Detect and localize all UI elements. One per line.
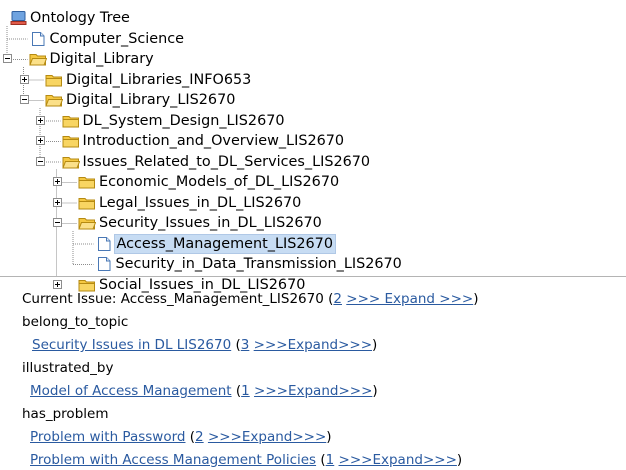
tree-root[interactable]: Ontology Tree — [0, 8, 626, 29]
relation-item-link[interactable]: Problem with Access Management Policies — [30, 452, 316, 468]
open-paren: ( — [231, 383, 242, 399]
relation-item-count-link[interactable]: 1 — [326, 452, 335, 468]
collapse-toggle-icon[interactable] — [3, 54, 12, 63]
expand-toggle-icon[interactable] — [52, 197, 62, 207]
tree-node-label[interactable]: Access_Management_LIS2670 — [113, 233, 336, 254]
relation-item-expand-link[interactable]: >>>Expand>>> — [208, 429, 326, 445]
tree-node-dl-system-design[interactable]: DL_System_Design_LIS2670 — [0, 111, 626, 132]
tree-node-label[interactable]: Economic_Models_of_DL_LIS2670 — [97, 172, 341, 192]
expand-toggle-icon[interactable] — [36, 115, 45, 125]
close-paren: ) — [326, 429, 332, 445]
relation-item: Problem with Password (2 >>>Expand>>>) — [30, 427, 332, 447]
tree-node-label[interactable]: Ontology Tree — [28, 8, 132, 28]
close-paren: ) — [473, 291, 479, 307]
current-issue-expand-link[interactable]: >>> Expand >>> — [346, 291, 473, 307]
relation-item-expand-link[interactable]: >>>Expand>>> — [339, 452, 457, 468]
tree-node-label[interactable]: DL_System_Design_LIS2670 — [81, 111, 287, 131]
tree-node-security-in-data-transmission[interactable]: Security_in_Data_Transmission_LIS2670 — [0, 254, 626, 275]
ontology-tree: Ontology Tree Computer_Science Digital_Lib… — [0, 0, 626, 293]
open-paren: ( — [323, 291, 334, 307]
relation-item: Problem with Access Management Policies … — [30, 450, 462, 470]
tree-node-digital-library[interactable]: Digital_Library — [0, 49, 626, 70]
tree-node-legal-issues[interactable]: Legal_Issues_in_DL_LIS2670 — [0, 193, 626, 214]
tree-node-label[interactable]: Security_Issues_in_DL_LIS2670 — [97, 213, 324, 233]
relation-heading: illustrated_by — [22, 360, 114, 376]
tree-node-label[interactable]: Legal_Issues_in_DL_LIS2670 — [97, 193, 303, 213]
current-issue-prefix: Current Issue: — [22, 291, 121, 307]
relation-item: Security Issues in DL LIS2670 (3 >>>Expa… — [32, 335, 377, 355]
relation-item: Model of Access Management (1 >>>Expand>… — [30, 381, 378, 401]
relation-item-count-link[interactable]: 2 — [195, 429, 204, 445]
close-paren: ) — [372, 337, 378, 353]
tree-node-access-management[interactable]: Access_Management_LIS2670 — [0, 233, 626, 255]
relation-item-expand-link[interactable]: >>>Expand>>> — [254, 337, 372, 353]
collapse-toggle-icon[interactable] — [36, 156, 45, 166]
open-paren: ( — [316, 452, 326, 468]
tree-node-security-issues[interactable]: Security_Issues_in_DL_LIS2670 — [0, 213, 626, 234]
issue-info-panel: Current Issue: Access_Management_LIS2670… — [0, 276, 626, 468]
collapse-toggle-icon[interactable] — [52, 218, 62, 227]
collapse-toggle-icon[interactable] — [19, 95, 29, 104]
relation-heading: has_problem — [22, 406, 109, 422]
expand-toggle-icon[interactable] — [36, 136, 45, 145]
tree-node-introduction-and-overview[interactable]: Introduction_and_Overview_LIS2670 — [0, 131, 626, 152]
tree-node-computer-science[interactable]: Computer_Science — [0, 29, 626, 50]
expand-toggle-icon[interactable] — [19, 74, 29, 84]
tree-node-label[interactable]: Digital_Libraries_INFO653 — [64, 70, 253, 90]
open-paren: ( — [185, 429, 196, 445]
relation-heading: belong_to_topic — [22, 314, 129, 330]
close-paren: ) — [456, 452, 463, 468]
tree-node-economic-models[interactable]: Economic_Models_of_DL_LIS2670 — [0, 172, 626, 193]
current-issue-line: Current Issue: Access_Management_LIS2670… — [22, 289, 479, 309]
tree-node-label[interactable]: Digital_Library_LIS2670 — [64, 90, 237, 110]
relation-item-expand-link[interactable]: >>>Expand>>> — [254, 383, 372, 399]
open-paren: ( — [231, 337, 241, 353]
tree-node-digital-libraries-info653[interactable]: Digital_Libraries_INFO653 — [0, 70, 626, 91]
relation-item-count-link[interactable]: 1 — [241, 383, 250, 399]
tree-node-label[interactable]: Introduction_and_Overview_LIS2670 — [81, 131, 347, 151]
tree-node-label[interactable]: Computer_Science — [48, 29, 187, 49]
relation-item-link[interactable]: Problem with Password — [30, 429, 185, 445]
relation-item-link[interactable]: Security Issues in DL LIS2670 — [32, 337, 231, 353]
tree-node-digital-library-lis2670[interactable]: Digital_Library_LIS2670 — [0, 90, 626, 111]
relation-item-link[interactable]: Model of Access Management — [30, 383, 232, 399]
current-issue-count-link[interactable]: 2 — [333, 291, 342, 307]
close-paren: ) — [372, 383, 378, 399]
tree-node-label[interactable]: Issues_Related_to_DL_Services_LIS2670 — [81, 152, 373, 172]
tree-node-label[interactable]: Digital_Library — [48, 49, 156, 69]
tree-node-issues-related-to-dl-services[interactable]: Issues_Related_to_DL_Services_LIS2670 — [0, 152, 626, 173]
expand-toggle-icon[interactable] — [52, 177, 62, 186]
tree-node-label[interactable]: Security_in_Data_Transmission_LIS2670 — [114, 254, 404, 274]
current-issue-name: Access_Management_LIS2670 — [120, 291, 324, 307]
